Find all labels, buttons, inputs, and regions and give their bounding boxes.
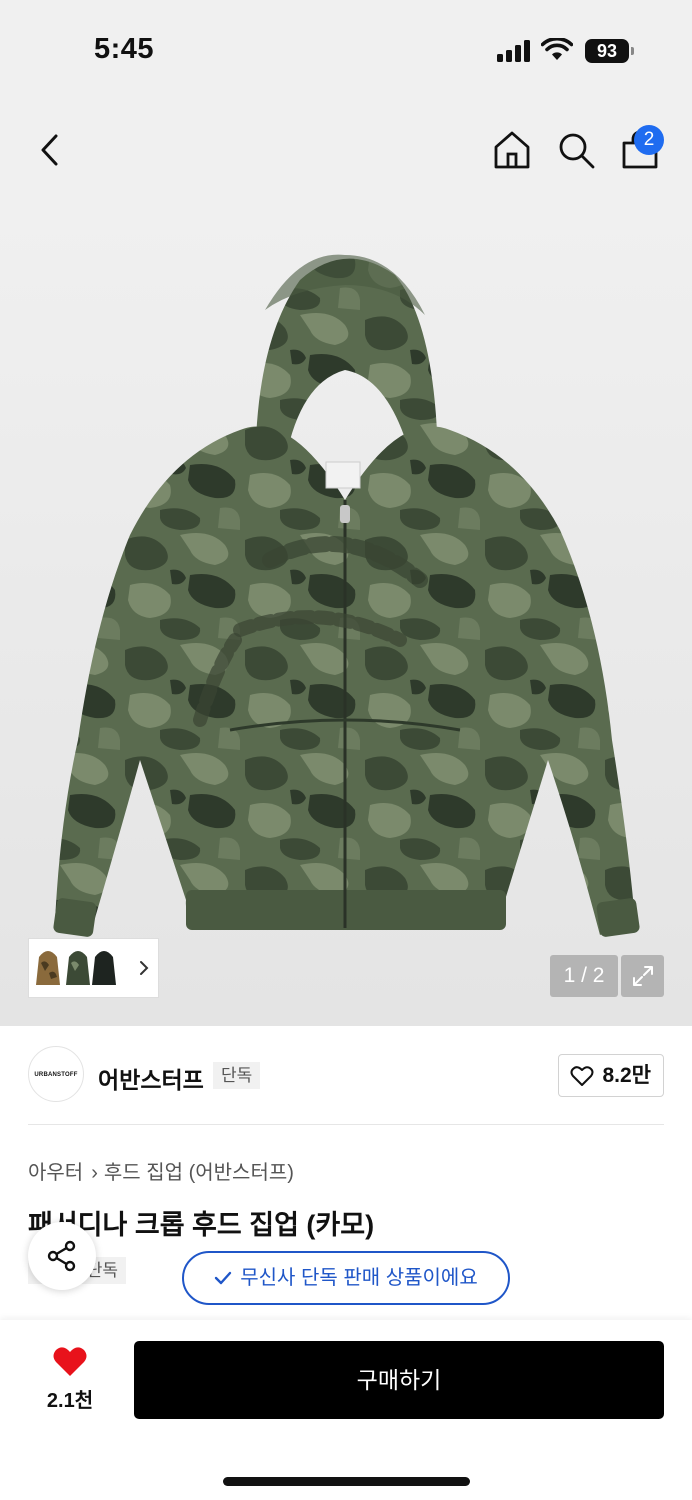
status-bar: 5:45 93 — [0, 0, 692, 100]
brand-like-count: 8.2만 — [602, 1064, 651, 1087]
chevron-right-icon: › — [91, 1162, 98, 1184]
wifi-icon — [541, 38, 573, 60]
expand-icon — [633, 966, 653, 986]
like-count: 2.1천 — [46, 1390, 94, 1412]
battery-level: 93 — [585, 39, 629, 63]
brand-name[interactable]: 어반스터프 — [98, 1061, 204, 1095]
share-button[interactable] — [28, 1222, 96, 1290]
exclusive-tag: 단독 — [213, 1062, 261, 1089]
exclusive-notice-pill: 무신사 단독 판매 상품이에요 — [182, 1251, 510, 1305]
thumbnail-strip[interactable] — [28, 938, 159, 998]
cellular-signal-icon — [497, 40, 531, 62]
home-indicator — [223, 1477, 470, 1486]
battery-icon: 93 — [585, 39, 635, 63]
search-icon[interactable] — [556, 130, 596, 170]
check-icon — [214, 1253, 232, 1303]
thumbnail-black[interactable] — [91, 945, 117, 991]
breadcrumb-subcategory[interactable]: 후드 집업 (어반스터프) — [104, 1162, 294, 1184]
image-counter: 1 / 2 — [550, 955, 618, 997]
breadcrumb-category[interactable]: 아우터 — [28, 1162, 83, 1184]
product-image — [53, 254, 640, 937]
buy-button[interactable]: 구매하기 — [134, 1341, 664, 1419]
notice-text: 무신사 단독 판매 상품이에요 — [240, 1267, 478, 1289]
status-time: 5:45 — [94, 33, 155, 65]
product-image-gallery[interactable] — [0, 200, 692, 1026]
thumbnail-camo-brown[interactable] — [35, 945, 61, 991]
breadcrumb: 아우터 › 후드 집업 (어반스터프) — [28, 1156, 294, 1185]
brand-logo[interactable]: URBANSTOFF — [28, 1046, 84, 1102]
expand-button[interactable] — [621, 955, 664, 997]
home-icon[interactable] — [492, 130, 532, 170]
cart-count-badge: 2 — [634, 125, 664, 155]
thumbnail-camo-green[interactable] — [65, 945, 91, 991]
chevron-right-icon[interactable] — [137, 959, 151, 977]
heart-outline-icon — [570, 1066, 594, 1086]
heart-filled-icon[interactable] — [52, 1346, 88, 1378]
divider — [28, 1124, 664, 1125]
brand-like-button[interactable]: 8.2만 — [558, 1054, 664, 1097]
chevron-left-icon[interactable] — [30, 130, 70, 170]
share-icon — [47, 1240, 76, 1272]
